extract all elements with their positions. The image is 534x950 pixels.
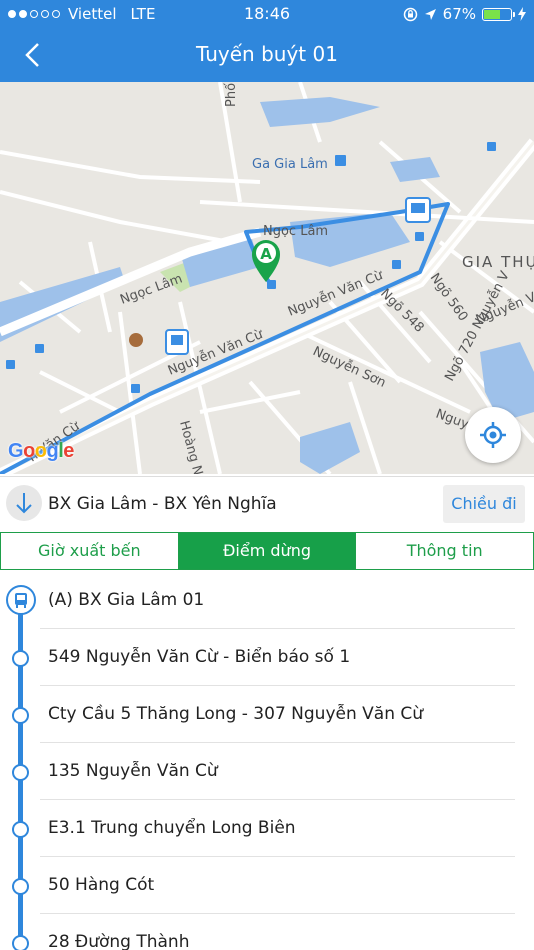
stops-list[interactable]: (A) BX Gia Lâm 01 549 Nguyễn Văn Cừ - Bi… bbox=[0, 572, 534, 950]
marker-letter: A bbox=[260, 245, 272, 263]
charging-icon bbox=[518, 7, 526, 21]
status-bar: Viettel LTE 18:46 67% bbox=[0, 0, 534, 28]
list-item[interactable]: 549 Nguyễn Văn Cừ - Biển báo số 1 bbox=[0, 629, 534, 686]
battery-percent: 67% bbox=[442, 5, 476, 23]
crosshair-icon bbox=[480, 422, 506, 448]
map-label-pho: Phố bbox=[224, 83, 239, 107]
stop-node-icon bbox=[12, 821, 29, 838]
stop-node-icon bbox=[12, 764, 29, 781]
google-logo: Google bbox=[8, 440, 74, 462]
stop-node-icon bbox=[12, 650, 29, 667]
tab-stops[interactable]: Điểm dừng bbox=[177, 533, 356, 569]
stop-node-icon bbox=[12, 878, 29, 895]
stop-name: 135 Nguyễn Văn Cừ bbox=[48, 761, 218, 781]
stop-node-icon bbox=[12, 707, 29, 724]
map-label-gia-thuy: GIA THỤ bbox=[462, 253, 534, 271]
page-title: Tuyến buýt 01 bbox=[196, 42, 338, 66]
tab-bar: Giờ xuất bến Điểm dừng Thông tin bbox=[0, 532, 534, 570]
navigation-bar: Tuyến buýt 01 bbox=[0, 28, 534, 82]
stop-name: E3.1 Trung chuyển Long Biên bbox=[48, 818, 296, 838]
direction-button[interactable]: Chiều đi bbox=[443, 485, 525, 523]
swap-direction-button[interactable] bbox=[6, 485, 42, 521]
list-item[interactable]: 135 Nguyễn Văn Cừ bbox=[0, 743, 534, 800]
stop-name: Cty Cầu 5 Thăng Long - 307 Nguyễn Văn Cừ bbox=[48, 704, 424, 724]
stop-name: 549 Nguyễn Văn Cừ - Biển báo số 1 bbox=[48, 647, 351, 667]
list-item[interactable]: E3.1 Trung chuyển Long Biên bbox=[0, 800, 534, 857]
stop-node-icon bbox=[12, 935, 29, 950]
tab-info[interactable]: Thông tin bbox=[355, 533, 533, 569]
orientation-lock-icon bbox=[403, 7, 417, 21]
status-right: 67% bbox=[403, 5, 526, 23]
route-bar: BX Gia Lâm - BX Yên Nghĩa Chiều đi bbox=[0, 476, 534, 531]
location-arrow-icon bbox=[424, 8, 436, 20]
route-map[interactable]: A Ga Gia Lâm Ngọc Lâm GIA THỤ Ngọc Lâm P… bbox=[0, 82, 534, 474]
my-location-button[interactable] bbox=[465, 407, 521, 463]
map-label-ga-gia-lam: Ga Gia Lâm bbox=[252, 157, 328, 172]
list-item[interactable]: Cty Cầu 5 Thăng Long - 307 Nguyễn Văn Cừ bbox=[0, 686, 534, 743]
bus-icon bbox=[6, 585, 36, 615]
stop-name: (A) BX Gia Lâm 01 bbox=[48, 590, 205, 610]
map-label-ngoc-lam: Ngọc Lâm bbox=[263, 224, 328, 239]
battery-icon bbox=[482, 7, 515, 21]
route-name: BX Gia Lâm - BX Yên Nghĩa bbox=[48, 494, 277, 514]
list-item[interactable]: (A) BX Gia Lâm 01 bbox=[0, 572, 534, 629]
stop-name: 50 Hàng Cót bbox=[48, 875, 155, 895]
stop-name: 28 Đường Thành bbox=[48, 932, 190, 950]
tab-schedule[interactable]: Giờ xuất bến bbox=[1, 533, 178, 569]
list-item[interactable]: 28 Đường Thành bbox=[0, 914, 534, 950]
arrow-down-icon bbox=[16, 493, 32, 514]
map-canvas: A Ga Gia Lâm Ngọc Lâm GIA THỤ Ngọc Lâm P… bbox=[0, 82, 534, 474]
list-item[interactable]: 50 Hàng Cót bbox=[0, 857, 534, 914]
